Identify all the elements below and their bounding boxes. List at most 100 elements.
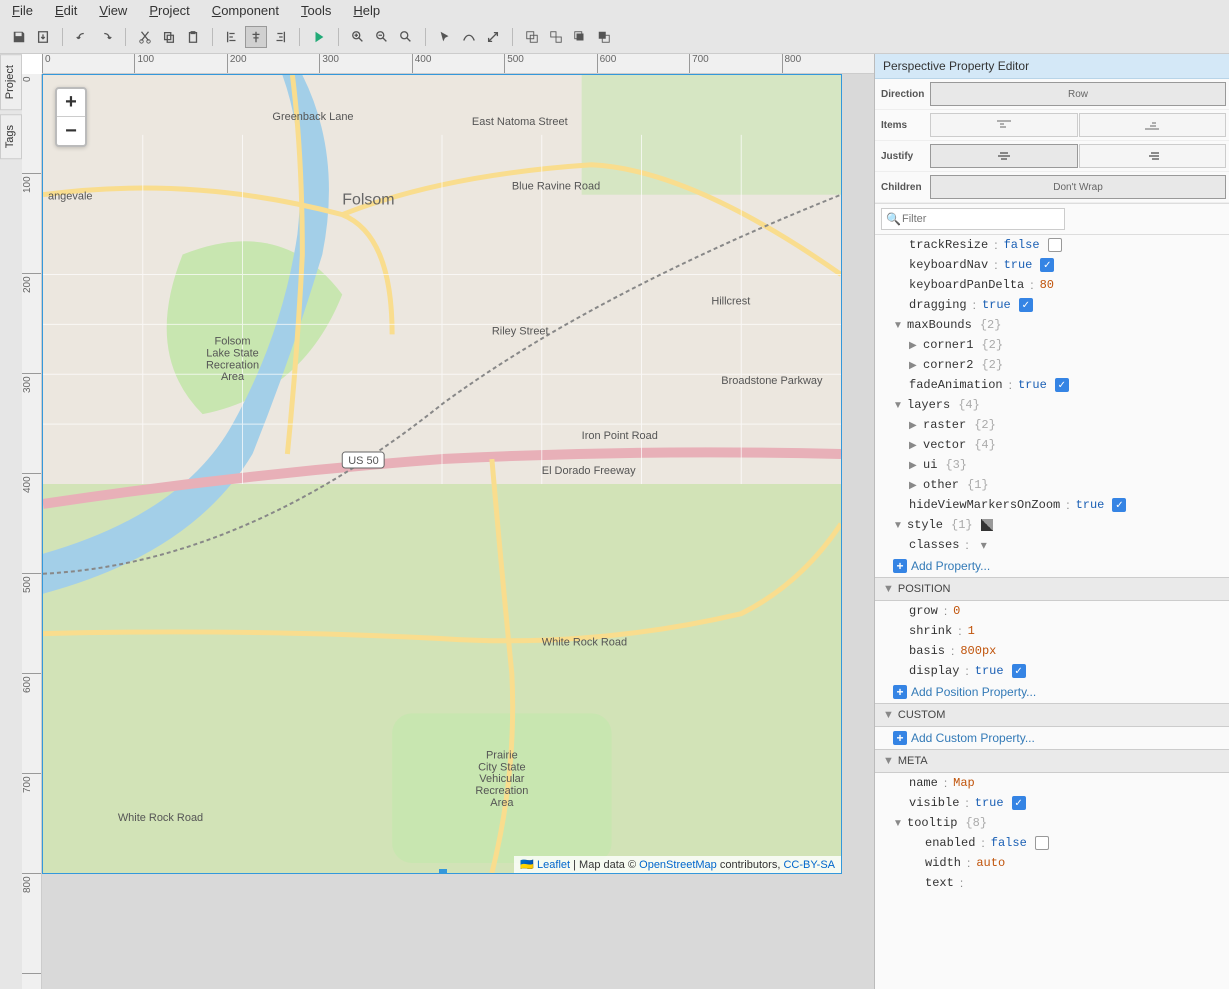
copy-icon[interactable] [158,26,180,48]
meta-section[interactable]: ▼META [875,749,1229,773]
svg-text:Hillcrest: Hillcrest [711,295,750,307]
inspector-title: Perspective Property Editor [875,54,1229,79]
svg-text:Iron Point Road: Iron Point Road [582,430,658,442]
svg-text:Folsom: Folsom [342,192,394,209]
svg-text:El Dorado Freeway: El Dorado Freeway [542,465,636,477]
side-tabs: Project Tags [0,54,22,989]
design-canvas: 0100200300400500600700800 01002003004005… [22,54,874,989]
zoom-fit-icon[interactable] [395,26,417,48]
direction-row-option[interactable]: Row [930,82,1226,106]
display-checkbox[interactable] [1012,664,1026,678]
zoom-control: + − [55,87,87,147]
svg-text:angevale: angevale [48,191,93,203]
svg-text:White Rock Road: White Rock Road [118,812,203,824]
add-position-link[interactable]: +Add Position Property... [875,681,1229,703]
svg-text:White Rock Road: White Rock Road [542,637,627,649]
menu-edit[interactable]: Edit [55,3,77,18]
bezier-icon[interactable] [458,26,480,48]
keyboardnav-checkbox[interactable] [1040,258,1054,272]
group-icon[interactable] [521,26,543,48]
classes-dropdown[interactable]: ▾ [981,538,987,552]
tooltip-caret[interactable]: ▼ [893,818,903,829]
tooltip-enabled-checkbox[interactable] [1035,836,1049,850]
zoom-out-icon[interactable] [371,26,393,48]
selection-handle[interactable] [439,869,447,874]
resize-icon[interactable] [482,26,504,48]
property-tree: trackResize:false keyboardNav:true keybo… [875,235,1229,989]
svg-text:US 50: US 50 [348,455,379,467]
map-attribution: 🇺🇦 Leaflet | Map data © OpenStreetMap co… [514,856,841,873]
redo-icon[interactable] [95,26,117,48]
raster-caret[interactable]: ▶ [909,420,919,431]
trackresize-checkbox[interactable] [1048,238,1062,252]
zoom-in-icon[interactable] [347,26,369,48]
align-center-icon[interactable] [245,26,267,48]
vector-caret[interactable]: ▶ [909,440,919,451]
menu-view[interactable]: View [99,3,127,18]
ui-caret[interactable]: ▶ [909,460,919,471]
ruler-vertical: 0100200300400500600700800 [22,74,42,989]
justify-end-option[interactable] [1079,144,1227,168]
map-tiles: Folsom angevale Hillcrest FolsomLake Sta… [43,75,841,873]
svg-text:Greenback Lane: Greenback Lane [272,111,353,123]
tab-tags[interactable]: Tags [0,114,22,159]
ruler-horizontal: 0100200300400500600700800 [42,54,874,74]
osm-link[interactable]: OpenStreetMap [639,859,717,871]
zoom-in-button[interactable]: + [57,89,85,117]
zoom-out-button[interactable]: − [57,117,85,145]
corner2-caret[interactable]: ▶ [909,360,919,371]
play-icon[interactable] [308,26,330,48]
pointer-icon[interactable] [434,26,456,48]
front-icon[interactable] [569,26,591,48]
cut-icon[interactable] [134,26,156,48]
justify-center-option[interactable] [930,144,1078,168]
map-component[interactable]: Folsom angevale Hillcrest FolsomLake Sta… [42,74,842,874]
tab-project[interactable]: Project [0,54,22,110]
svg-text:East Natoma Street: East Natoma Street [472,116,568,128]
direction-label: Direction [875,83,927,106]
justify-label: Justify [875,145,927,168]
children-label: Children [875,176,927,199]
back-icon[interactable] [593,26,615,48]
menu-help[interactable]: Help [353,3,380,18]
visible-checkbox[interactable] [1012,796,1026,810]
undo-icon[interactable] [71,26,93,48]
menu-file[interactable]: File [12,3,33,18]
menu-component[interactable]: Component [212,3,279,18]
svg-text:Riley Street: Riley Street [492,325,549,337]
leaflet-link[interactable]: Leaflet [537,859,570,871]
menu-project[interactable]: Project [149,3,189,18]
menubar: File Edit View Project Component Tools H… [0,0,1229,21]
align-left-icon[interactable] [221,26,243,48]
paste-icon[interactable] [182,26,204,48]
add-custom-link[interactable]: +Add Custom Property... [875,727,1229,749]
menu-tools[interactable]: Tools [301,3,331,18]
align-right-icon[interactable] [269,26,291,48]
save-icon[interactable] [8,26,30,48]
search-icon: 🔍 [886,212,901,226]
fadeanimation-checkbox[interactable] [1055,378,1069,392]
hideviewmarkers-checkbox[interactable] [1112,498,1126,512]
custom-section[interactable]: ▼CUSTOM [875,703,1229,727]
license-link[interactable]: CC-BY-SA [783,859,835,871]
import-icon[interactable] [32,26,54,48]
children-nowrap-option[interactable]: Don't Wrap [930,175,1226,199]
dragging-checkbox[interactable] [1019,298,1033,312]
style-edit-icon[interactable] [981,519,993,531]
position-section[interactable]: ▼POSITION [875,577,1229,601]
svg-text:Broadstone Parkway: Broadstone Parkway [721,375,823,387]
add-property-link[interactable]: +Add Property... [875,555,1229,577]
style-caret[interactable]: ▼ [893,520,903,531]
property-inspector: Perspective Property Editor Direction Ro… [874,54,1229,989]
maxbounds-caret[interactable]: ▼ [893,320,903,331]
svg-text:Blue Ravine Road: Blue Ravine Road [512,181,600,193]
items-end-option[interactable] [1079,113,1227,137]
filter-input[interactable] [881,208,1065,230]
items-start-option[interactable] [930,113,1078,137]
other-caret[interactable]: ▶ [909,480,919,491]
corner1-caret[interactable]: ▶ [909,340,919,351]
ungroup-icon[interactable] [545,26,567,48]
toolbar [0,21,1229,54]
layers-caret[interactable]: ▼ [893,400,903,411]
items-label: Items [875,114,927,137]
